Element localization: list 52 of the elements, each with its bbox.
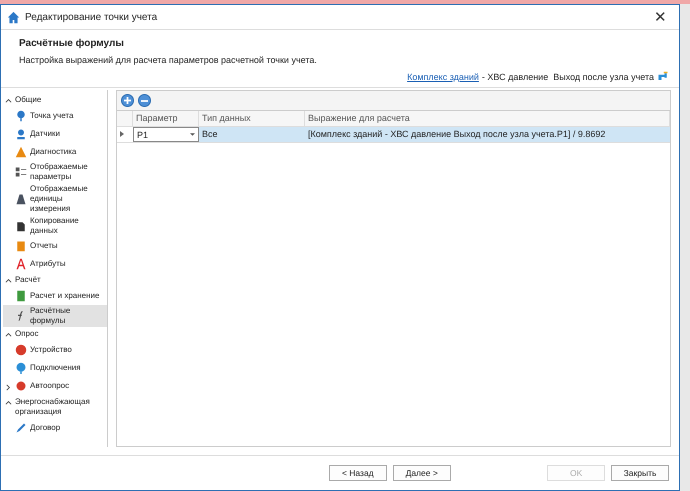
sidebar-item[interactable]: Отображаемые единицы измерения: [3, 183, 107, 215]
page-description: Настройка выражений для расчета параметров расчетной точки учета.: [19, 55, 318, 65]
group-label: Расчёт: [15, 275, 41, 285]
chevron-icon[interactable]: [5, 331, 12, 338]
page-title: Расчётные формулы: [19, 38, 125, 49]
checklist-icon: [15, 166, 27, 178]
sidebar-item[interactable]: Подключения: [3, 359, 107, 377]
plus-icon: [124, 97, 131, 104]
table-cell: Все: [199, 127, 305, 142]
sidebar-item[interactable]: Автоопрос: [3, 377, 107, 395]
sidebar-item[interactable]: Отображаемые параметры: [3, 161, 107, 183]
parameter-dropdown[interactable]: P1: [133, 127, 199, 142]
sidebar-item[interactable]: Расчет и хранение: [3, 287, 107, 305]
faucet-icon: [657, 71, 669, 83]
warning-icon: [15, 146, 27, 158]
sensor-icon: [15, 128, 27, 140]
house-icon: [7, 10, 20, 24]
table-cell: [Комплекс зданий - ХВС давление Выход после узла учета.P1] / 9.8692: [305, 127, 670, 142]
footer-button[interactable]: Закрыть: [611, 465, 669, 481]
minus-icon: [141, 100, 148, 102]
sidebar-item[interactable]: Договор: [3, 419, 107, 437]
sidebar-item[interactable]: Атрибуты: [3, 255, 107, 273]
group-label: Опрос: [15, 329, 38, 339]
chevron-icon[interactable]: [5, 97, 12, 104]
window-title: Редактирование точки учета: [25, 12, 158, 22]
chevron-icon[interactable]: [5, 277, 12, 284]
column-header: Тип данных: [199, 111, 305, 126]
sidebar-item[interactable]: Диагностика: [3, 143, 107, 161]
chevron-icon[interactable]: [5, 384, 12, 390]
column-header: Выражение для расчета: [305, 111, 670, 126]
caret-icon: [190, 133, 195, 136]
footer-button[interactable]: < Назад: [328, 465, 387, 481]
pen-icon: [15, 422, 27, 434]
pin-icon: [15, 110, 27, 122]
sidebar-item[interactable]: Точка учета: [3, 107, 107, 125]
sidebar-item[interactable]: Устройство: [3, 341, 107, 359]
sidebar-item[interactable]: Копирование данных: [3, 215, 107, 237]
object-link[interactable]: Комплекс зданий: [407, 72, 479, 82]
chevron-icon[interactable]: [5, 399, 12, 406]
sidebar-item[interactable]: Отчеты: [3, 237, 107, 255]
footer-button[interactable]: Далее >: [392, 465, 451, 481]
group-label: Общие: [15, 95, 42, 105]
sidebar-item[interactable]: Датчики: [3, 125, 107, 143]
remove-button[interactable]: [138, 94, 151, 107]
object-path: - ХВС давление Выход после узла учета: [482, 72, 654, 82]
row-pointer-icon: [120, 131, 125, 137]
group-label: Энергоснабжающая организация: [15, 397, 91, 417]
column-header: Параметр: [133, 111, 199, 126]
letter-icon: [15, 258, 27, 270]
sidebar-item[interactable]: Расчётные формулы: [3, 305, 107, 327]
add-button[interactable]: [121, 94, 134, 107]
close-button[interactable]: ✕: [648, 8, 673, 26]
